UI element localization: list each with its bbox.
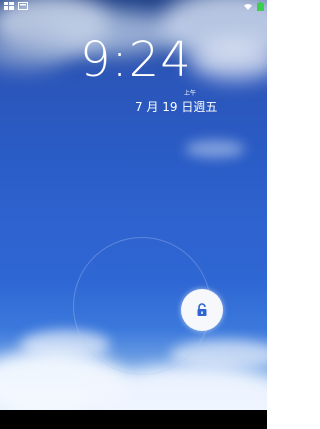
lock-screen: 9:24 上午 7 月 19 日週五 xyxy=(0,0,267,429)
status-bar xyxy=(0,0,267,14)
notification-app-icon xyxy=(4,2,14,10)
clock-time: 9:24 xyxy=(80,32,192,88)
clock-ampm: 上午 xyxy=(184,90,197,97)
image-notification-icon xyxy=(18,2,28,10)
wifi-icon xyxy=(244,3,252,10)
navigation-bar xyxy=(0,410,267,429)
clock-date: 7 月 19 日週五 xyxy=(135,100,218,114)
unlock-icon xyxy=(197,303,207,316)
battery-icon xyxy=(257,2,264,11)
unlock-button[interactable] xyxy=(181,289,223,331)
